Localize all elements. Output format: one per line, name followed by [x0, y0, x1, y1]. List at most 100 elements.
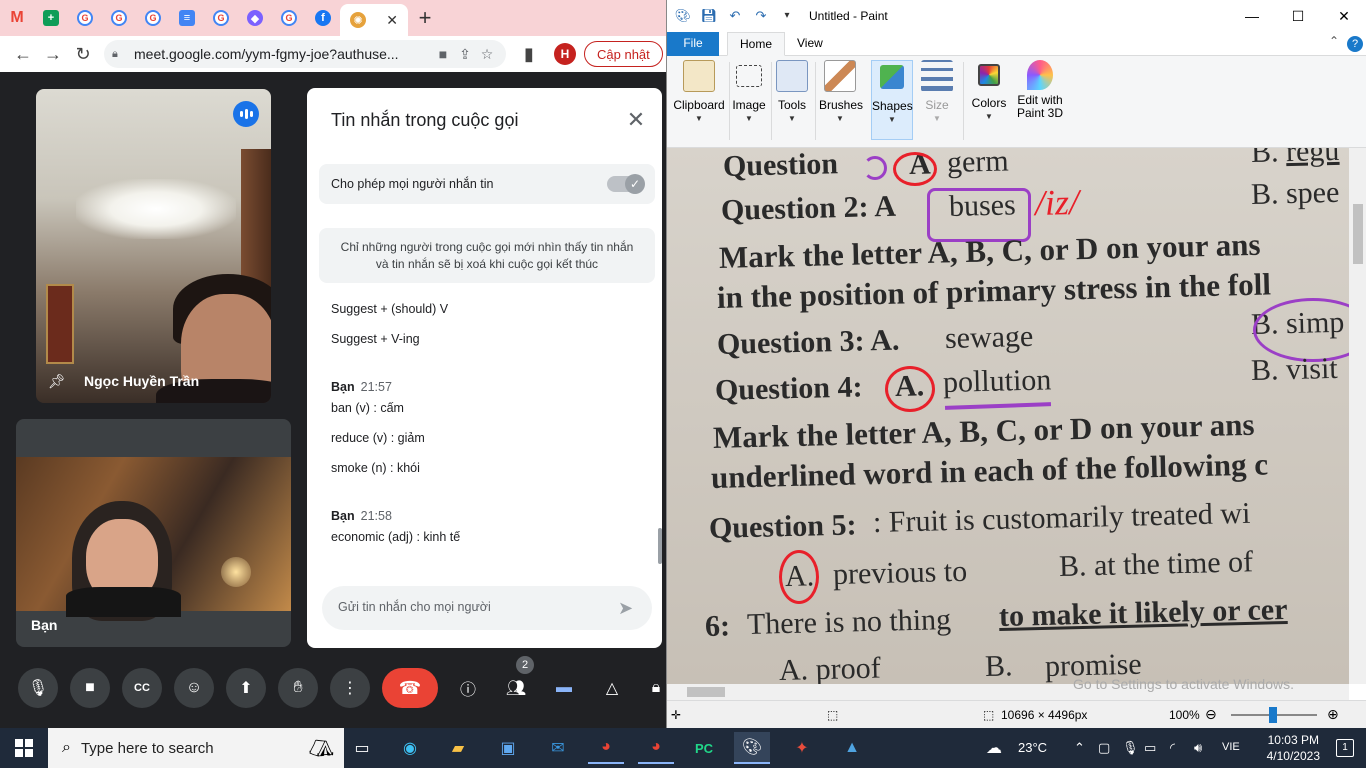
- battery-icon[interactable]: ▭: [1144, 740, 1156, 756]
- microphone-button[interactable]: 🎙︎: [18, 668, 58, 708]
- tab-google-4[interactable]: G: [204, 0, 238, 36]
- pin-icon[interactable]: 📌︎: [48, 373, 66, 389]
- side-panel-icon[interactable]: ▮: [514, 39, 544, 69]
- forward-button[interactable]: →: [38, 39, 68, 69]
- edge-button[interactable]: ◉: [392, 732, 428, 764]
- chrome-button-1[interactable]: ◕: [588, 732, 624, 764]
- zoom-out-button[interactable]: ⊖: [1205, 706, 1217, 723]
- clock[interactable]: 10:03 PM 4/10/2023: [1267, 732, 1320, 764]
- shapes-group[interactable]: Shapes ▼: [871, 60, 913, 140]
- send-icon[interactable]: ➤: [618, 598, 638, 618]
- tab-docs[interactable]: ≡: [170, 0, 204, 36]
- back-button[interactable]: ←: [8, 39, 38, 69]
- app-button[interactable]: ✦: [784, 732, 820, 764]
- tab-meet-active[interactable]: ✺ ✕: [340, 4, 408, 36]
- taskbar-search[interactable]: ⌕ Type here to search ⛺︎: [48, 728, 344, 768]
- meet-camera-icon[interactable]: ▢: [1098, 740, 1110, 756]
- chrome-button-2[interactable]: ◕: [638, 732, 674, 764]
- size-group[interactable]: Size ▼: [919, 60, 955, 140]
- participant-tile[interactable]: 📌︎ Ngọc Huyền Trần: [36, 89, 271, 403]
- taskbar: ⌕ Type here to search ⛺︎ ▭ ◉ ▰ ▣ ✉ ◕ ◕ P…: [0, 728, 1366, 768]
- photos-button[interactable]: ▲: [834, 732, 870, 764]
- minimize-button[interactable]: —: [1229, 0, 1275, 32]
- zoom-slider-thumb[interactable]: [1269, 707, 1277, 723]
- chat-scrollbar[interactable]: [658, 528, 662, 564]
- pycharm-button[interactable]: PC: [686, 732, 722, 764]
- wifi-icon[interactable]: ◜: [1170, 740, 1175, 756]
- tab-app[interactable]: ◆: [238, 0, 272, 36]
- zoom-in-button[interactable]: ⊕: [1327, 706, 1339, 723]
- tab-google-3[interactable]: G: [136, 0, 170, 36]
- tab-sheets[interactable]: +: [34, 0, 68, 36]
- store-button[interactable]: ▣: [490, 732, 526, 764]
- colors-group[interactable]: Colors ▼: [969, 60, 1009, 140]
- photo-q4: Question 4:: [714, 370, 863, 407]
- close-tab-icon[interactable]: ✕: [386, 12, 398, 29]
- close-chat-button[interactable]: ✕: [624, 108, 648, 132]
- file-explorer-button[interactable]: ▰: [440, 732, 476, 764]
- horizontal-scroll-thumb[interactable]: [687, 687, 725, 697]
- people-button[interactable]: 👥︎: [496, 668, 536, 708]
- notification-center-icon[interactable]: 1: [1336, 739, 1354, 757]
- task-view-button[interactable]: ▭: [344, 732, 380, 764]
- profile-avatar[interactable]: H: [554, 43, 576, 65]
- shapes-icon: [880, 65, 904, 89]
- self-tile[interactable]: Bạn: [16, 419, 291, 647]
- captions-button[interactable]: CC: [122, 668, 162, 708]
- reactions-button[interactable]: ☺: [174, 668, 214, 708]
- paint-button[interactable]: 🎨︎: [734, 732, 770, 764]
- chat-button[interactable]: ▬: [544, 668, 584, 708]
- paint-canvas[interactable]: Question A germ B. regu Question 2: A bu…: [667, 148, 1349, 684]
- weather-temperature[interactable]: 23°C: [1018, 740, 1047, 755]
- language-indicator[interactable]: VIE: [1222, 741, 1240, 753]
- weather-icon[interactable]: ☁: [986, 738, 1002, 758]
- maximize-button[interactable]: ☐: [1275, 0, 1321, 32]
- volume-icon[interactable]: 🔊︎: [1194, 740, 1202, 756]
- brushes-group[interactable]: Brushes ▼: [819, 60, 863, 140]
- camera-button[interactable]: ■: [70, 668, 110, 708]
- paint-title: Untitled - Paint: [809, 9, 888, 23]
- camera-icon[interactable]: ■: [432, 46, 454, 62]
- activities-button[interactable]: △: [592, 668, 632, 708]
- address-bar[interactable]: 🔒︎ meet.google.com/yym-fgmy-joe?authuse.…: [104, 40, 506, 68]
- tab-google-5[interactable]: G: [272, 0, 306, 36]
- tab-view[interactable]: View: [785, 32, 835, 56]
- reload-button[interactable]: ↻: [68, 39, 98, 69]
- clipboard-group[interactable]: Clipboard ▼: [671, 60, 727, 140]
- help-icon[interactable]: ?: [1347, 36, 1363, 52]
- customize-qa-icon[interactable]: ▾: [777, 6, 797, 26]
- collapse-ribbon-icon[interactable]: ⌃: [1329, 34, 1339, 48]
- meeting-info-button[interactable]: ⓘ: [448, 668, 488, 708]
- allow-messages-toggle[interactable]: ✓: [607, 174, 645, 194]
- leave-call-button[interactable]: ☎︎: [382, 668, 438, 708]
- tools-group[interactable]: Tools ▼: [775, 60, 809, 140]
- show-hidden-icons-icon[interactable]: ⌃: [1074, 740, 1085, 756]
- star-icon[interactable]: ☆: [476, 46, 498, 63]
- edit-paint3d-button[interactable]: Edit with Paint 3D: [1015, 60, 1065, 140]
- tab-file[interactable]: File: [667, 32, 719, 56]
- chat-message-input[interactable]: Gửi tin nhắn cho mọi người ➤: [322, 586, 652, 630]
- more-options-button[interactable]: ⋮: [330, 668, 370, 708]
- present-button[interactable]: ⬆: [226, 668, 266, 708]
- undo-icon[interactable]: ↶: [725, 6, 745, 26]
- vertical-scrollbar[interactable]: [1349, 148, 1366, 684]
- share-icon[interactable]: ⇪: [454, 46, 476, 63]
- tab-facebook[interactable]: f: [306, 0, 340, 36]
- new-tab-button[interactable]: +: [408, 5, 442, 31]
- chrome-icon: ◕: [651, 738, 661, 755]
- tab-gmail[interactable]: M: [0, 0, 34, 36]
- raise-hand-button[interactable]: ✋︎: [278, 668, 318, 708]
- tab-home[interactable]: Home: [727, 32, 786, 56]
- select-icon: [736, 65, 762, 87]
- mail-button[interactable]: ✉: [540, 732, 576, 764]
- save-icon[interactable]: 💾︎: [699, 6, 719, 26]
- redo-icon[interactable]: ↷: [751, 6, 771, 26]
- close-button[interactable]: ✕: [1321, 0, 1366, 32]
- start-button[interactable]: [0, 728, 48, 768]
- vertical-scroll-thumb[interactable]: [1353, 204, 1363, 264]
- microphone-icon[interactable]: 🎙︎: [1122, 740, 1139, 756]
- update-button[interactable]: Cập nhật: [584, 41, 663, 67]
- tab-google-2[interactable]: G: [102, 0, 136, 36]
- image-group[interactable]: Image ▼: [731, 60, 767, 140]
- tab-google-1[interactable]: G: [68, 0, 102, 36]
